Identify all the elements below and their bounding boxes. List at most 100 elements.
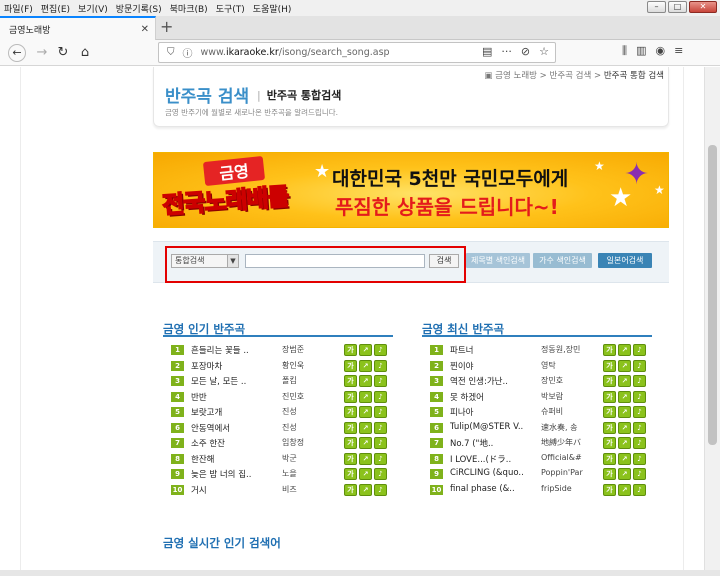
bookmark-star-icon[interactable]: ☆: [539, 45, 549, 58]
forward-arrow-icon[interactable]: →: [33, 44, 51, 62]
pocket-icon[interactable]: ⊘: [521, 45, 530, 58]
scrollbar-thumb[interactable]: [708, 145, 717, 445]
share-icon[interactable]: ↗: [359, 421, 372, 434]
song-title-link[interactable]: CiRCLING (&quo..: [450, 468, 536, 478]
music-note-icon[interactable]: ♪: [374, 452, 387, 465]
music-note-icon[interactable]: ♪: [374, 483, 387, 496]
menu-history[interactable]: 방문기록(S): [116, 2, 162, 15]
lyrics-icon[interactable]: 가: [344, 344, 357, 356]
share-icon[interactable]: ↗: [618, 437, 631, 449]
latest-songs-title[interactable]: 금영 최신 반주곡: [422, 321, 652, 337]
popular-songs-title[interactable]: 금영 인기 반주곡: [163, 321, 393, 337]
song-artist[interactable]: 영탁: [541, 360, 603, 371]
share-icon[interactable]: ↗: [359, 452, 372, 465]
song-title-link[interactable]: final phase (&..: [450, 484, 536, 494]
tab-close-icon[interactable]: ✕: [141, 24, 149, 35]
song-artist[interactable]: 임창정: [282, 437, 344, 448]
song-artist[interactable]: Poppin'Par: [541, 468, 603, 477]
song-title-link[interactable]: 포장마차: [191, 360, 277, 372]
song-artist[interactable]: 진성: [282, 422, 344, 433]
song-artist[interactable]: 地縛少年バ: [541, 437, 603, 448]
share-icon[interactable]: ↗: [359, 344, 372, 356]
share-icon[interactable]: ↗: [618, 452, 631, 465]
share-icon[interactable]: ↗: [618, 375, 631, 387]
song-artist[interactable]: 비즈: [282, 484, 344, 495]
event-banner[interactable]: 금영 전국노래배틀 대한민국 5천만 국민모두에게 푸짐한 상품을 드립니다~!…: [153, 152, 669, 228]
menu-tools[interactable]: 도구(T): [216, 2, 245, 15]
lyrics-icon[interactable]: 가: [603, 437, 616, 449]
song-artist[interactable]: 장범준: [282, 344, 344, 355]
lyrics-icon[interactable]: 가: [603, 406, 616, 418]
share-icon[interactable]: ↗: [618, 390, 631, 403]
share-icon[interactable]: ↗: [618, 421, 631, 434]
url-bar[interactable]: ⛉ ⓘ www.ikaraoke.kr/isong/search_song.as…: [158, 42, 556, 63]
minimize-button[interactable]: –: [647, 1, 666, 13]
lyrics-icon[interactable]: 가: [344, 483, 357, 496]
song-artist[interactable]: 황인욱: [282, 360, 344, 371]
song-title-link[interactable]: 피나아: [450, 406, 536, 418]
music-note-icon[interactable]: ♪: [633, 390, 646, 403]
lyrics-icon[interactable]: 가: [344, 375, 357, 387]
account-icon[interactable]: ◉: [655, 44, 665, 58]
music-note-icon[interactable]: ♪: [633, 359, 646, 372]
music-note-icon[interactable]: ♪: [633, 468, 646, 480]
tab-active[interactable]: 금영노래방 ✕: [0, 16, 156, 40]
lyrics-icon[interactable]: 가: [603, 483, 616, 496]
share-icon[interactable]: ↗: [359, 390, 372, 403]
song-title-link[interactable]: 안동역에서: [191, 422, 277, 434]
music-note-icon[interactable]: ♪: [374, 375, 387, 387]
music-note-icon[interactable]: ♪: [633, 483, 646, 496]
info-icon[interactable]: ⓘ: [183, 45, 193, 60]
music-note-icon[interactable]: ♪: [633, 421, 646, 434]
share-icon[interactable]: ↗: [359, 375, 372, 387]
music-note-icon[interactable]: ♪: [374, 344, 387, 356]
song-artist[interactable]: 박보람: [541, 391, 603, 402]
share-icon[interactable]: ↗: [618, 344, 631, 356]
lyrics-icon[interactable]: 가: [603, 390, 616, 403]
song-title-link[interactable]: 소주 한잔: [191, 437, 277, 449]
song-title-link[interactable]: 보랏고개: [191, 406, 277, 418]
music-note-icon[interactable]: ♪: [633, 452, 646, 465]
menu-edit[interactable]: 편집(E): [41, 2, 70, 15]
lyrics-icon[interactable]: 가: [344, 437, 357, 449]
song-title-link[interactable]: 찐이야: [450, 360, 536, 372]
music-note-icon[interactable]: ♪: [374, 390, 387, 403]
lyrics-icon[interactable]: 가: [603, 359, 616, 372]
song-artist[interactable]: 速水奏, 송: [541, 422, 603, 433]
song-title-link[interactable]: 파트너: [450, 344, 536, 356]
maximize-button[interactable]: □: [668, 1, 687, 13]
menu-bookmarks[interactable]: 북마크(B): [170, 2, 208, 15]
music-note-icon[interactable]: ♪: [374, 468, 387, 480]
song-title-link[interactable]: I LOVE...(ドラ..: [450, 453, 536, 465]
song-artist[interactable]: Official&#: [541, 453, 603, 462]
share-icon[interactable]: ↗: [618, 468, 631, 480]
song-title-link[interactable]: 못 하겠어: [450, 391, 536, 403]
home-icon[interactable]: ⌂: [76, 44, 94, 62]
music-note-icon[interactable]: ♪: [374, 421, 387, 434]
title-index-search-button[interactable]: 제목별 색인검색: [466, 253, 530, 268]
lyrics-icon[interactable]: 가: [344, 468, 357, 480]
song-artist[interactable]: 슈퍼비: [541, 406, 603, 417]
lyrics-icon[interactable]: 가: [344, 390, 357, 403]
lyrics-icon[interactable]: 가: [603, 421, 616, 434]
share-icon[interactable]: ↗: [359, 468, 372, 480]
song-title-link[interactable]: 늦은 밤 너의 집..: [191, 468, 277, 480]
back-arrow-icon[interactable]: ←: [8, 44, 26, 62]
lyrics-icon[interactable]: 가: [344, 359, 357, 372]
song-artist[interactable]: 진민호: [282, 391, 344, 402]
song-title-link[interactable]: 흔들리는 꽃들 ..: [191, 344, 277, 356]
song-title-link[interactable]: Tulip(M@STER V..: [450, 422, 536, 432]
reader-view-icon[interactable]: ▤: [482, 45, 492, 58]
song-title-link[interactable]: 반반: [191, 391, 277, 403]
menu-view[interactable]: 보기(V): [78, 2, 108, 15]
music-note-icon[interactable]: ♪: [374, 359, 387, 372]
japanese-search-button[interactable]: 일본어검색: [598, 253, 652, 268]
music-note-icon[interactable]: ♪: [633, 344, 646, 356]
song-artist[interactable]: 장민호: [541, 375, 603, 386]
page-actions-icon[interactable]: ···: [501, 45, 512, 58]
library-icon[interactable]: ⫼: [622, 44, 627, 58]
share-icon[interactable]: ↗: [618, 483, 631, 496]
song-artist[interactable]: 정동원,장민: [541, 344, 603, 355]
lyrics-icon[interactable]: 가: [603, 375, 616, 387]
lyrics-icon[interactable]: 가: [603, 452, 616, 465]
